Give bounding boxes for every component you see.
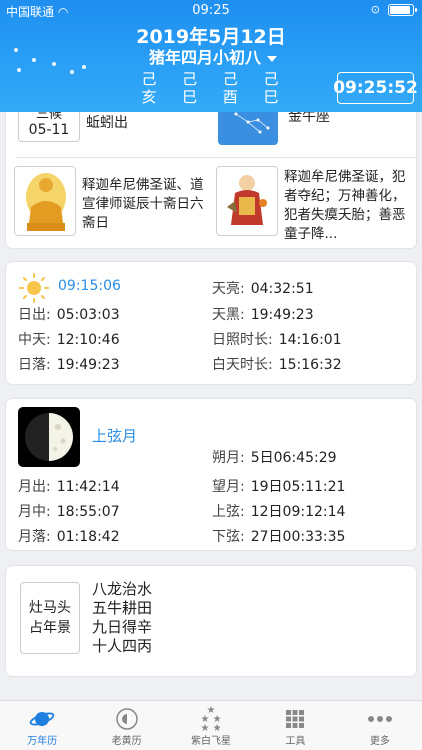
grid-icon [281, 706, 309, 732]
full-moon-row: 望月: 19日05:11:21 [212, 479, 346, 495]
header: 中国联通 ◠ 09:25 ⊙ 2019年5月12日 猪年四月小初八 己亥 己巳 … [0, 0, 422, 112]
tab-almanac[interactable]: 老黄历 [84, 701, 168, 750]
last-quarter-row: 下弦: 27日00:33:35 [212, 529, 346, 545]
sage-icon[interactable] [216, 166, 278, 236]
ganzhi-month: 己巳 [182, 70, 198, 106]
tab-calendar[interactable]: 万年历 [0, 701, 84, 750]
lunar-date-picker[interactable]: 猪年四月小初八 [0, 44, 422, 68]
new-moon-row: 朔月: 5日06:45:29 [212, 450, 337, 466]
tab-flying-stars[interactable]: ★ ★ ★ ★ ★ 紫白飞星 [169, 701, 253, 750]
buddha-icon[interactable] [14, 166, 76, 236]
tab-bar: 万年历 老黄历 ★ ★ ★ ★ ★ 紫白飞星 工具 更多 [0, 700, 422, 750]
solar-term-date: 05-11 [28, 122, 70, 138]
moon-phase-icon [18, 407, 80, 467]
status-bar: 中国联通 ◠ 09:25 ⊙ [0, 0, 422, 20]
sun-icon [19, 273, 49, 303]
sun-current-time: 09:15:06 [58, 278, 121, 294]
moonrise-row: 月出: 11:42:14 [18, 479, 120, 495]
divider [16, 157, 416, 158]
ganzhi-year: 己亥 [141, 70, 157, 106]
daylight-duration-row: 白天时长: 15:16:32 [212, 357, 342, 373]
solar-noon-row: 中天: 12:10:46 [18, 332, 120, 348]
bagua-icon [113, 706, 141, 732]
sunshine-duration-row: 日照时长: 14:16:01 [212, 332, 342, 348]
battery-icon [388, 3, 417, 16]
festival-text-1: 释迦牟尼佛圣诞、道宣律师诞辰十斋日六斋日 [82, 177, 204, 231]
more-icon [366, 706, 394, 732]
tab-more[interactable]: 更多 [338, 701, 422, 750]
status-time: 09:25 [192, 3, 230, 18]
ganzhi-hour: 己巳 [263, 70, 279, 106]
solar-term-description: 蚯蚓出 [86, 115, 128, 131]
stars-icon: ★ ★ ★ ★ ★ [200, 704, 222, 734]
almanac-card: 灶马头 占年景 八龙治水 五牛耕田 九日得辛 十人四丙 [6, 566, 416, 676]
almanac-lines: 八龙治水 五牛耕田 九日得辛 十人四丙 [92, 580, 152, 656]
moon-phase-name: 上弦月 [92, 427, 138, 445]
planet-icon [28, 706, 56, 732]
sunrise-row: 日出: 05:03:03 [18, 307, 120, 323]
festival-text-2: 释迦牟尼佛圣诞，犯者夺纪；万神善化，犯者失瘼夭胎；善恶童子降... [284, 169, 406, 242]
dawn-row: 天亮: 04:32:51 [212, 281, 314, 297]
lunar-date: 猪年四月小初八 [148, 48, 261, 67]
ganzhi-day: 己酉 [222, 70, 238, 106]
sun-card: 09:15:06 日出: 05:03:03 中天: 12:10:46 日落: 19:4… [6, 262, 416, 384]
sunset-row: 日落: 19:49:23 [18, 357, 120, 373]
almanac-line: 五牛耕田 [92, 599, 153, 617]
ganzhi-pillars: 己亥 己巳 己酉 己巳 [140, 70, 280, 106]
first-quarter-row: 上弦: 12日09:12:14 [212, 504, 346, 520]
almanac-line: 八龙治水 [92, 580, 153, 598]
rotation-lock-icon: ⊙ [370, 3, 380, 16]
moonset-row: 月落: 01:18:42 [18, 529, 120, 545]
year-outlook-box[interactable]: 灶马头 占年景 [20, 582, 80, 654]
almanac-line: 十人四丙 [92, 637, 153, 655]
festival-card: 三候 05-11 蚯蚓出 金牛座 释迦牟尼佛圣诞、道宣律师诞辰十斋日六斋日 释迦… [6, 100, 416, 248]
moon-card: 上弦月 月出: 11:42:14 月中: 18:55:07 月落: 01:18:42 … [6, 399, 416, 550]
dusk-row: 天黑: 19:49:23 [212, 307, 314, 323]
clock-display[interactable]: 09:25:52 [333, 72, 418, 104]
moon-transit-row: 月中: 18:55:07 [18, 504, 120, 520]
almanac-line: 九日得辛 [92, 618, 153, 636]
tab-tools[interactable]: 工具 [253, 701, 337, 750]
chevron-down-icon [267, 55, 277, 62]
